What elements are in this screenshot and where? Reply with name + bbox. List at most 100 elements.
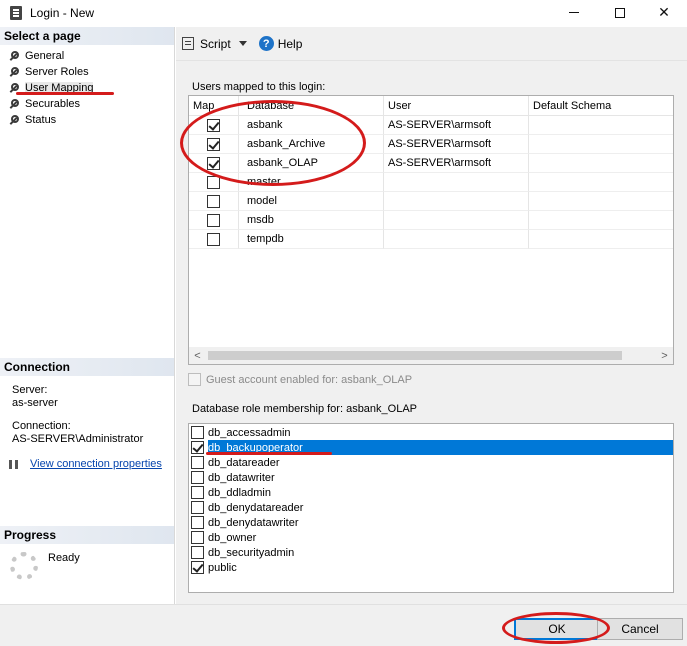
table-row[interactable]: asbank_Archive AS-SERVER\armsoft: [189, 135, 673, 154]
map-cell: [189, 173, 239, 192]
role-checkbox[interactable]: [191, 456, 204, 469]
column-header-database[interactable]: Database: [239, 96, 384, 115]
list-item[interactable]: db_owner: [189, 530, 673, 545]
role-checkbox[interactable]: [191, 546, 204, 559]
wrench-icon: [8, 114, 19, 126]
ok-button[interactable]: OK: [514, 618, 600, 640]
default-schema-cell[interactable]: [529, 135, 673, 154]
page-item-user-mapping[interactable]: User Mapping: [0, 80, 174, 96]
user-cell[interactable]: [384, 211, 529, 230]
list-item[interactable]: db_datareader: [189, 455, 673, 470]
role-label: db_accessadmin: [208, 426, 291, 439]
database-cell: asbank: [239, 116, 384, 135]
page-item-status[interactable]: Status: [0, 112, 174, 128]
wrench-icon: [8, 82, 19, 94]
cancel-button[interactable]: Cancel: [597, 618, 683, 640]
list-item[interactable]: db_accessadmin: [189, 425, 673, 440]
user-cell[interactable]: [384, 230, 529, 249]
close-button[interactable]: ✕: [641, 0, 687, 25]
role-checkbox[interactable]: [191, 426, 204, 439]
guest-account-label: Guest account enabled for: asbank_OLAP: [206, 373, 413, 386]
guest-account-row: Guest account enabled for: asbank_OLAP: [188, 373, 412, 386]
list-item[interactable]: public: [189, 560, 673, 575]
role-checkbox[interactable]: [191, 486, 204, 499]
user-cell[interactable]: [384, 192, 529, 211]
database-cell: asbank_Archive: [239, 135, 384, 154]
role-checkbox[interactable]: [191, 516, 204, 529]
role-membership-list: db_accessadmin db_backupoperator db_datare…: [188, 423, 674, 593]
default-schema-cell[interactable]: [529, 211, 673, 230]
default-schema-cell[interactable]: [529, 230, 673, 249]
list-item[interactable]: db_denydatareader: [189, 500, 673, 515]
server-value: as-server: [12, 397, 58, 409]
map-checkbox[interactable]: [207, 213, 220, 227]
user-cell[interactable]: AS-SERVER\armsoft: [384, 154, 529, 173]
right-pane: Script ? Help Users mapped to this login…: [176, 27, 687, 604]
list-item[interactable]: db_datawriter: [189, 470, 673, 485]
role-list-body: db_accessadmin db_backupoperator db_datare…: [189, 424, 673, 575]
minimize-button[interactable]: [551, 0, 597, 25]
page-item-general[interactable]: General: [0, 48, 174, 64]
page-item-label: Status: [25, 114, 57, 126]
default-schema-cell[interactable]: [529, 154, 673, 173]
role-label: db_owner: [208, 531, 257, 544]
user-cell[interactable]: [384, 173, 529, 192]
scroll-track[interactable]: [206, 347, 656, 364]
user-cell[interactable]: AS-SERVER\armsoft: [384, 135, 529, 154]
default-schema-cell[interactable]: [529, 192, 673, 211]
table-row[interactable]: master: [189, 173, 673, 192]
role-label: db_backupoperator: [208, 440, 673, 455]
list-item[interactable]: db_denydatawriter: [189, 515, 673, 530]
chevron-down-icon[interactable]: [238, 41, 247, 46]
view-connection-properties-link[interactable]: View connection properties: [30, 458, 162, 470]
close-icon: ✕: [658, 4, 670, 20]
scroll-left-icon[interactable]: <: [189, 347, 206, 364]
role-checkbox[interactable]: [191, 501, 204, 514]
help-button[interactable]: ? Help: [247, 36, 302, 51]
role-checkbox[interactable]: [191, 471, 204, 484]
script-label: Script: [200, 36, 231, 51]
map-checkbox[interactable]: [207, 118, 220, 132]
minimize-icon: [569, 12, 579, 13]
page-item-label: Server Roles: [25, 66, 89, 78]
map-checkbox[interactable]: [207, 194, 220, 208]
script-button[interactable]: Script: [182, 37, 247, 51]
dialog-button-bar: OK Cancel: [0, 604, 687, 646]
maximize-button[interactable]: [597, 0, 643, 25]
connection-plug-icon: [8, 458, 22, 470]
column-header-map[interactable]: Map: [189, 96, 239, 115]
column-header-default-schema[interactable]: Default Schema: [529, 96, 673, 115]
page-item-server-roles[interactable]: Server Roles: [0, 64, 174, 80]
column-header-user[interactable]: User: [384, 96, 529, 115]
database-cell: msdb: [239, 211, 384, 230]
connection-label: Connection:: [12, 420, 71, 432]
default-schema-cell[interactable]: [529, 116, 673, 135]
server-label: Server:: [12, 384, 48, 396]
table-row[interactable]: msdb: [189, 211, 673, 230]
grid-body: asbank AS-SERVER\armsoft asbank_Archive AS-…: [189, 116, 673, 249]
list-item[interactable]: db_backupoperator: [189, 440, 673, 455]
table-row[interactable]: tempdb: [189, 230, 673, 249]
map-checkbox[interactable]: [207, 156, 220, 170]
default-schema-cell[interactable]: [529, 173, 673, 192]
scroll-right-icon[interactable]: >: [656, 347, 673, 364]
database-cell: model: [239, 192, 384, 211]
page-item-securables[interactable]: Securables: [0, 96, 174, 112]
map-checkbox[interactable]: [207, 175, 220, 189]
map-checkbox[interactable]: [207, 137, 220, 151]
table-row[interactable]: asbank_OLAP AS-SERVER\armsoft: [189, 154, 673, 173]
role-checkbox[interactable]: [191, 561, 204, 574]
user-cell[interactable]: AS-SERVER\armsoft: [384, 116, 529, 135]
map-cell: [189, 192, 239, 211]
connection-value: AS-SERVER\Administrator: [12, 433, 144, 445]
table-row[interactable]: asbank AS-SERVER\armsoft: [189, 116, 673, 135]
list-item[interactable]: db_ddladmin: [189, 485, 673, 500]
left-pane: Select a page General Server Roles User …: [0, 27, 175, 604]
role-checkbox[interactable]: [191, 441, 204, 454]
table-row[interactable]: model: [189, 192, 673, 211]
map-checkbox[interactable]: [207, 232, 220, 246]
role-checkbox[interactable]: [191, 531, 204, 544]
scroll-thumb[interactable]: [208, 351, 622, 360]
list-item[interactable]: db_securityadmin: [189, 545, 673, 560]
horizontal-scrollbar[interactable]: < >: [189, 347, 673, 364]
